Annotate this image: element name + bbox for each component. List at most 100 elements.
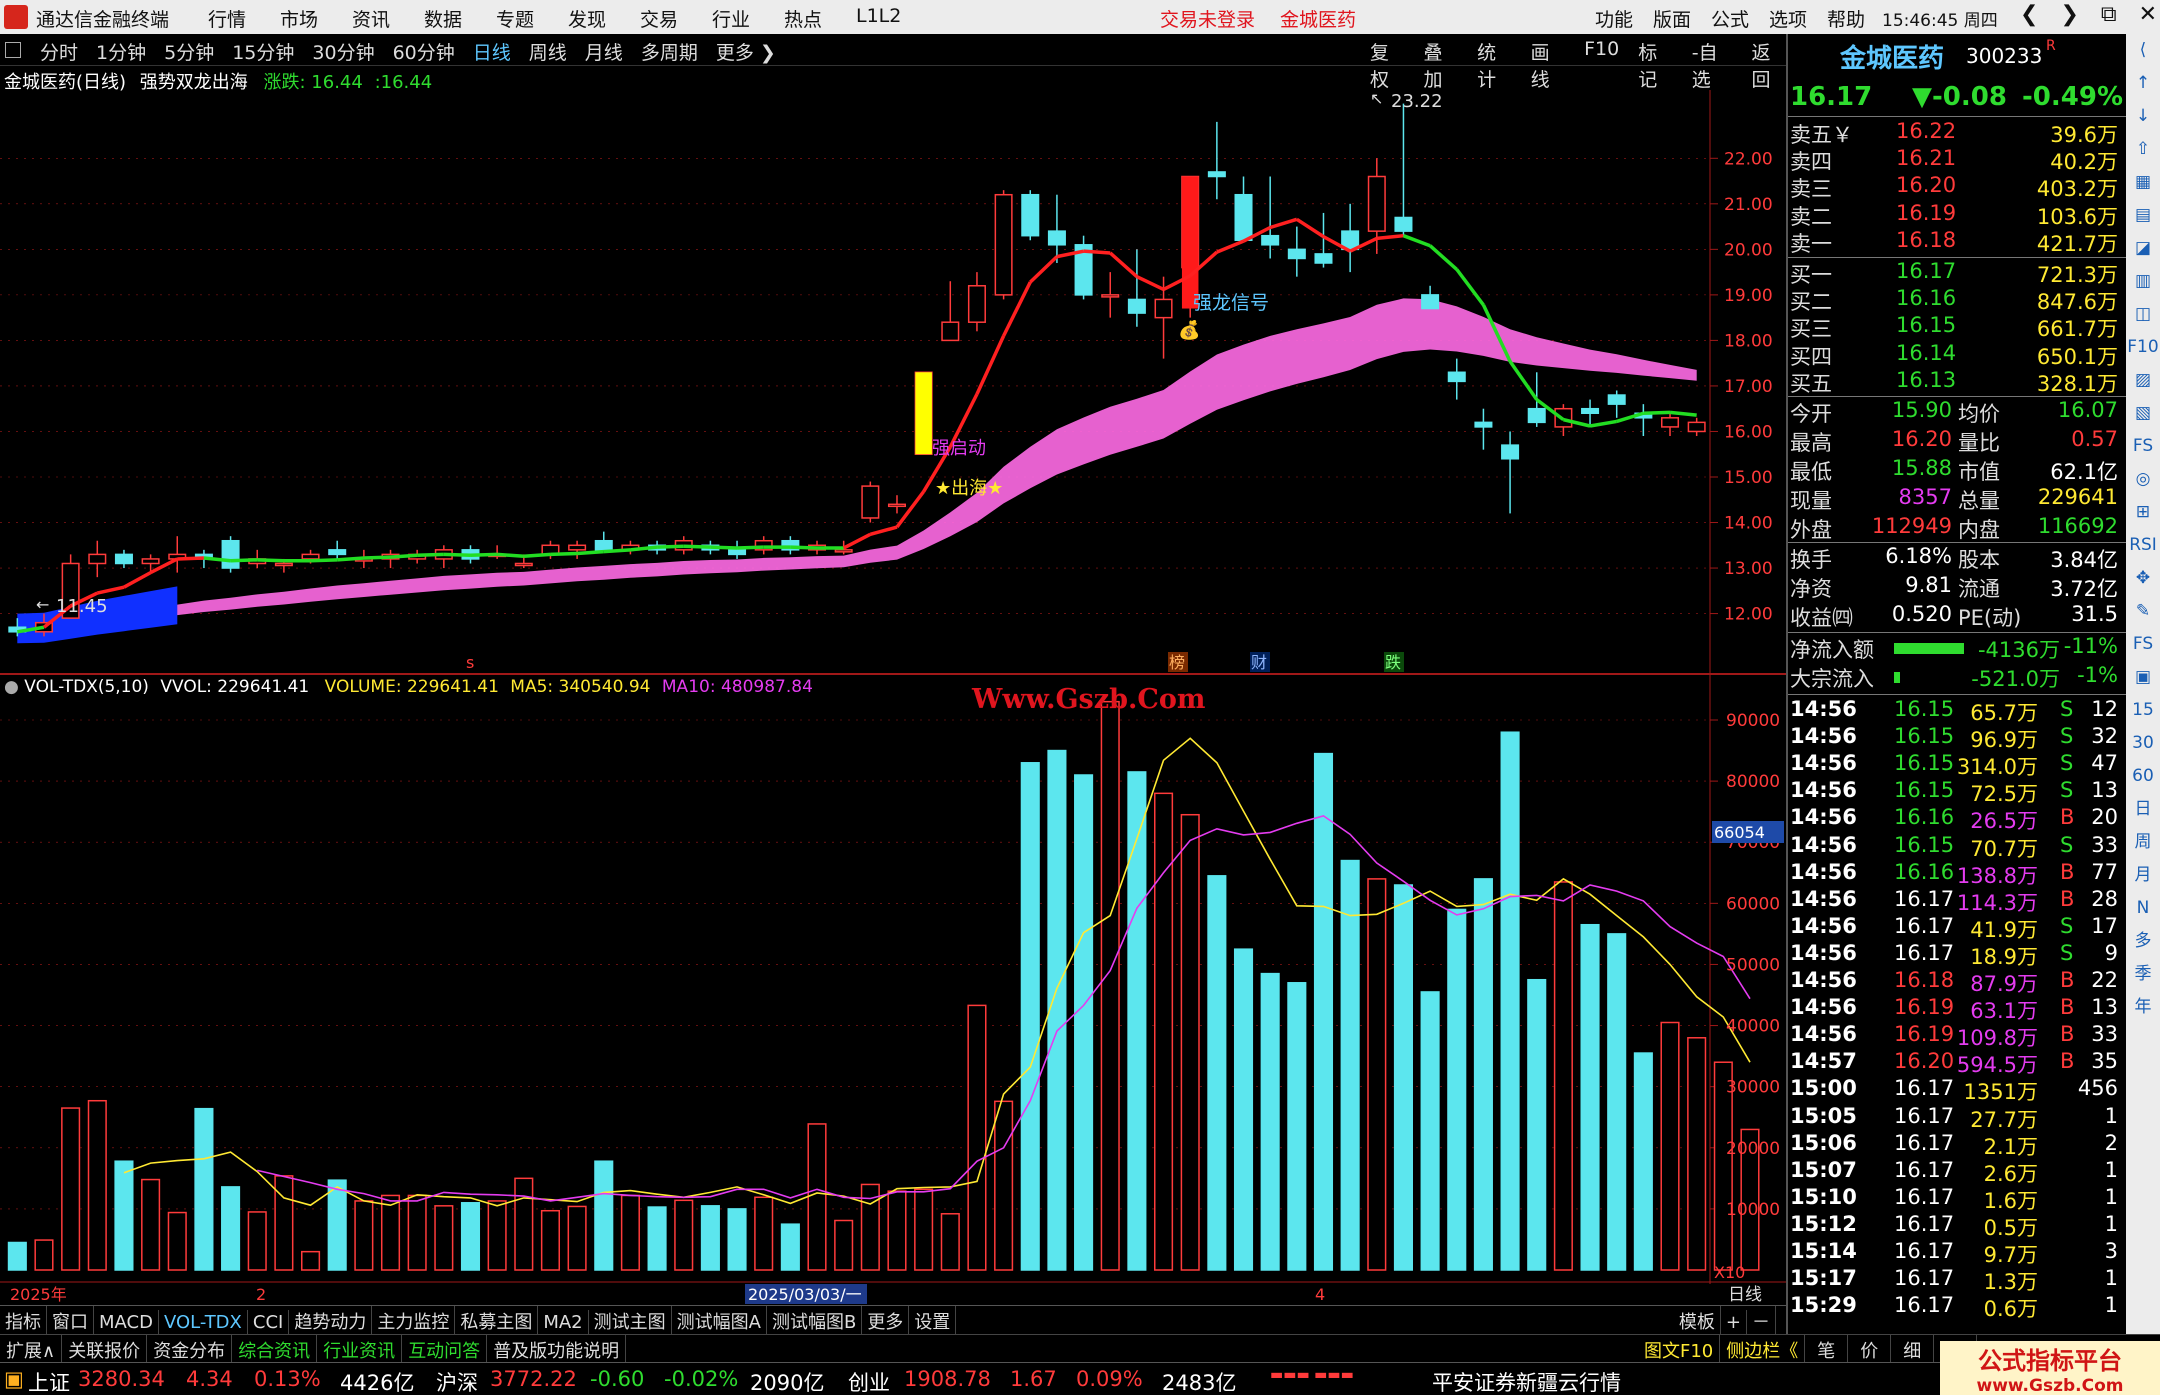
tool-button[interactable]: F10 bbox=[1584, 38, 1619, 92]
side-tool-icon[interactable]: ▧ bbox=[2126, 397, 2160, 430]
tab-indicator[interactable]: 指标 bbox=[0, 1306, 47, 1336]
ext-item[interactable]: 普及版功能说明 bbox=[487, 1335, 627, 1365]
event-marker-s[interactable]: s bbox=[466, 653, 474, 672]
tab-bi[interactable]: 笔 bbox=[1805, 1335, 1849, 1365]
menu-item[interactable]: 帮助 bbox=[1827, 5, 1885, 32]
back-icon[interactable]: ❮ bbox=[2020, 2, 2038, 27]
side-tool-icon[interactable]: ◪ bbox=[2126, 232, 2160, 265]
ask-price[interactable]: 16.22 bbox=[1896, 119, 1956, 143]
menu-item[interactable]: 资讯 bbox=[352, 5, 424, 32]
tab-indicator[interactable]: 趋势动力 bbox=[289, 1306, 373, 1336]
bid-price[interactable]: 16.16 bbox=[1896, 286, 1956, 310]
tab-period[interactable]: 5分钟 bbox=[164, 38, 214, 65]
tab-period[interactable]: 多周期 bbox=[641, 38, 698, 65]
tab-indicator[interactable]: 设置 bbox=[909, 1306, 957, 1336]
tab-period[interactable]: 60分钟 bbox=[393, 38, 455, 65]
ask-price[interactable]: 16.19 bbox=[1896, 201, 1956, 225]
side-tool-icon[interactable]: 季 bbox=[2126, 958, 2160, 991]
event-marker-cai[interactable]: 财 bbox=[1251, 653, 1267, 672]
tab-period[interactable]: 15分钟 bbox=[232, 38, 294, 65]
menu-item[interactable]: 发现 bbox=[568, 5, 640, 32]
add-tab-button[interactable]: + bbox=[1721, 1310, 1747, 1335]
menu-item[interactable]: 行情 bbox=[208, 5, 280, 32]
bid-price[interactable]: 16.13 bbox=[1896, 368, 1956, 392]
bid-price[interactable]: 16.15 bbox=[1896, 313, 1956, 337]
tab-indicator[interactable]: 更多 bbox=[862, 1306, 910, 1336]
volume-circle-icon[interactable]: ● bbox=[4, 677, 19, 697]
tab-indicator[interactable]: MA2 bbox=[538, 1310, 589, 1335]
template-button[interactable]: 模板 bbox=[1674, 1306, 1721, 1336]
side-tool-icon[interactable]: ▦ bbox=[2126, 166, 2160, 199]
side-tool-icon[interactable]: ◎ bbox=[2126, 463, 2160, 496]
side-tool-icon[interactable]: RSI bbox=[2126, 529, 2160, 562]
tool-button[interactable]: 统计 bbox=[1477, 38, 1512, 92]
ext-item[interactable]: 综合资讯 bbox=[232, 1335, 318, 1365]
side-tool-icon[interactable]: N bbox=[2126, 892, 2160, 925]
ext-item[interactable]: 行业资讯 bbox=[317, 1335, 403, 1365]
tab-period[interactable]: 30分钟 bbox=[312, 38, 374, 65]
menu-item[interactable]: L1L2 bbox=[856, 5, 928, 32]
side-tool-icon[interactable]: 月 bbox=[2126, 859, 2160, 892]
tab-indicator[interactable]: 测试幅图A bbox=[672, 1306, 767, 1336]
menu-item[interactable]: 行业 bbox=[712, 5, 784, 32]
sidebar-button[interactable]: 侧边栏《 bbox=[1720, 1335, 1806, 1365]
side-tool-icon[interactable]: ▨ bbox=[2126, 364, 2160, 397]
tab-period[interactable]: 1分钟 bbox=[96, 38, 146, 65]
side-tool-icon[interactable]: ⇧ bbox=[2126, 133, 2160, 166]
side-tool-icon[interactable]: ✎ bbox=[2126, 595, 2160, 628]
tool-button[interactable]: -自选 bbox=[1692, 38, 1733, 92]
forward-icon[interactable]: ❯ bbox=[2060, 2, 2078, 27]
side-tool-icon[interactable]: ↑ bbox=[2126, 67, 2160, 100]
tool-button[interactable]: 画线 bbox=[1531, 38, 1566, 92]
ext-item[interactable]: 扩展∧ bbox=[0, 1335, 63, 1365]
event-marker-die[interactable]: 跌 bbox=[1385, 653, 1401, 672]
side-tool-icon[interactable]: ▤ bbox=[2126, 199, 2160, 232]
side-tool-icon[interactable]: 15 bbox=[2126, 694, 2160, 727]
side-tool-icon[interactable]: FS bbox=[2126, 628, 2160, 661]
menu-item[interactable]: 交易 bbox=[640, 5, 712, 32]
sh-label[interactable]: 上证 bbox=[28, 1367, 70, 1395]
side-tool-icon[interactable]: ▣ bbox=[2126, 661, 2160, 694]
menu-item[interactable]: 专题 bbox=[496, 5, 568, 32]
f10-button[interactable]: 图文F10 bbox=[1638, 1335, 1721, 1365]
hs-label[interactable]: 沪深 bbox=[436, 1367, 478, 1395]
tab-period[interactable]: 周线 bbox=[529, 38, 567, 65]
tab-xi[interactable]: 细 bbox=[1891, 1335, 1935, 1365]
tool-button[interactable]: 标记 bbox=[1638, 38, 1673, 92]
side-tool-icon[interactable]: 60 bbox=[2126, 760, 2160, 793]
side-tool-icon[interactable]: ↓ bbox=[2126, 100, 2160, 133]
tool-button[interactable]: 返回 bbox=[1752, 38, 1787, 92]
side-tool-icon[interactable]: FS bbox=[2126, 430, 2160, 463]
remove-tab-button[interactable]: － bbox=[1747, 1306, 1776, 1336]
market-breadth-icon[interactable]: ▬▬▬ ▬▬▬ bbox=[1270, 1367, 1354, 1383]
cy-label[interactable]: 创业 bbox=[848, 1367, 890, 1395]
side-tool-icon[interactable]: 日 bbox=[2126, 793, 2160, 826]
side-tool-icon[interactable]: ⟨ bbox=[2126, 34, 2160, 67]
tab-indicator[interactable]: MACD bbox=[94, 1310, 159, 1335]
side-tool-icon[interactable]: 年 bbox=[2126, 991, 2160, 1024]
login-notice[interactable]: 交易未登录 bbox=[1160, 5, 1255, 32]
tab-indicator[interactable]: 私募主图 bbox=[455, 1306, 539, 1336]
bid-price[interactable]: 16.17 bbox=[1896, 259, 1956, 283]
tab-more[interactable]: 更多 ❯ bbox=[716, 38, 776, 65]
menu-item[interactable]: 数据 bbox=[424, 5, 496, 32]
ask-price[interactable]: 16.18 bbox=[1896, 228, 1956, 252]
kline-chart[interactable]: 22.00 21.00 20.00 19.00 18.00 17.00 16.00 15.00… bbox=[0, 90, 1786, 1305]
tab-indicator[interactable]: 窗口 bbox=[47, 1306, 94, 1336]
side-tool-icon[interactable]: 周 bbox=[2126, 826, 2160, 859]
ask-price[interactable]: 16.20 bbox=[1896, 173, 1956, 197]
volume-indicator-name[interactable]: VOL-TDX(5,10) bbox=[24, 677, 149, 697]
tab-period[interactable]: 分时 bbox=[40, 38, 78, 65]
event-marker-bang[interactable]: 榜 bbox=[1169, 653, 1185, 672]
menu-item[interactable]: 选项 bbox=[1769, 5, 1827, 32]
side-tool-icon[interactable]: ◫ bbox=[2126, 298, 2160, 331]
tool-button[interactable]: 复权 bbox=[1370, 38, 1405, 92]
restore-icon[interactable]: ⧉ bbox=[2101, 2, 2117, 27]
side-tool-icon[interactable]: ⊞ bbox=[2126, 496, 2160, 529]
tab-indicator[interactable]: 测试主图 bbox=[589, 1306, 672, 1336]
menu-item[interactable]: 公式 bbox=[1711, 5, 1769, 32]
tool-button[interactable]: 叠加 bbox=[1424, 38, 1459, 92]
tab-period[interactable]: 月线 bbox=[585, 38, 623, 65]
menu-item[interactable]: 功能 bbox=[1595, 5, 1653, 32]
side-tool-icon[interactable]: ▥ bbox=[2126, 265, 2160, 298]
